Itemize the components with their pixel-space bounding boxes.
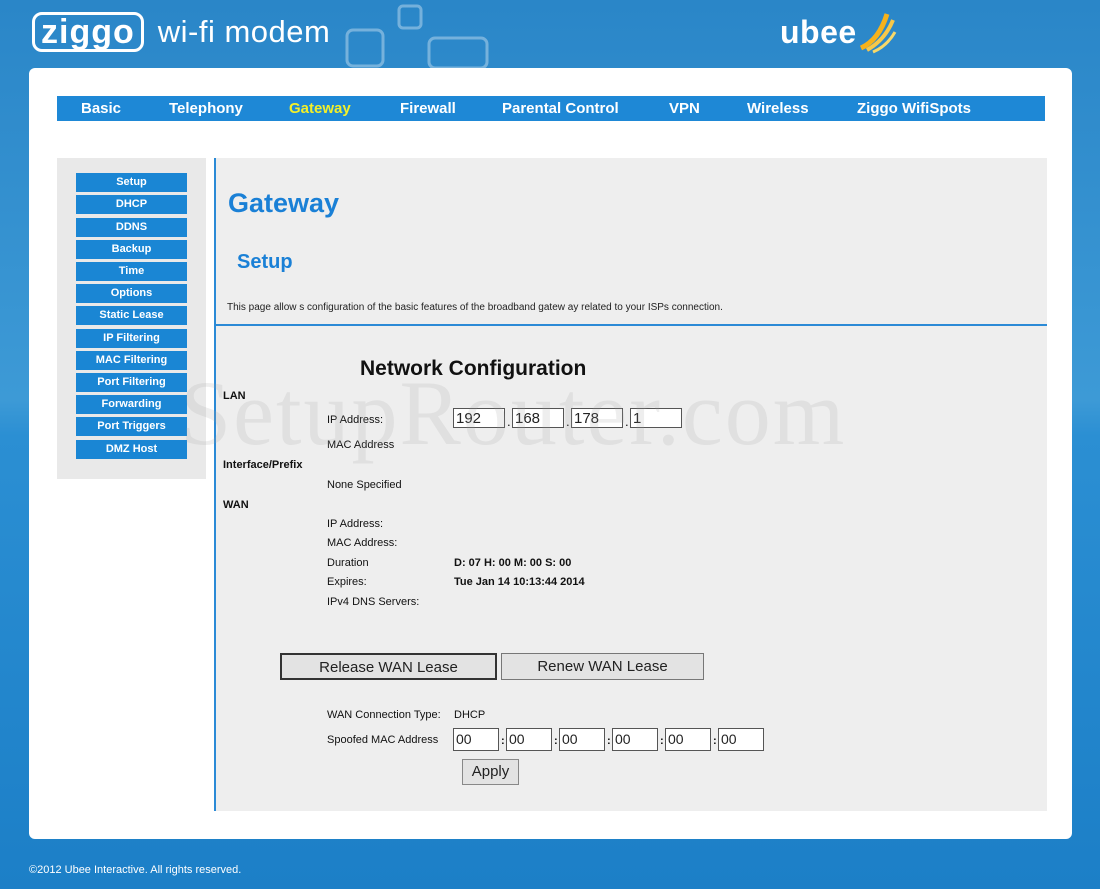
sidebar-item-dhcp[interactable]: DHCP bbox=[76, 195, 187, 214]
nav-wireless[interactable]: Wireless bbox=[747, 100, 809, 117]
mac-separator: : bbox=[501, 735, 505, 747]
release-wan-lease-button[interactable]: Release WAN Lease bbox=[280, 653, 497, 680]
page-subtitle: Setup bbox=[237, 251, 293, 273]
interface-section-label: Interface/Prefix bbox=[223, 459, 303, 471]
product-name: wi-fi modem bbox=[157, 14, 331, 49]
sidebar-item-time[interactable]: Time bbox=[76, 262, 187, 281]
section-divider bbox=[216, 324, 1047, 326]
wan-ip-label: IP Address: bbox=[327, 518, 384, 530]
nav-vpn[interactable]: VPN bbox=[669, 100, 700, 117]
sidebar-item-forwarding[interactable]: Forwarding bbox=[76, 395, 187, 414]
network-configuration-title: Network Configuration bbox=[360, 357, 587, 380]
spoofed-mac-octet-1[interactable]: 00 bbox=[453, 728, 499, 751]
wan-connection-type-label: WAN Connection Type: bbox=[327, 709, 441, 721]
footer-copyright: ©2012 Ubee Interactive. All rights reser… bbox=[29, 864, 242, 876]
decorative-squares-icon bbox=[345, 4, 489, 70]
wan-section-label: WAN bbox=[223, 499, 249, 511]
wan-expires-label: Expires: bbox=[327, 576, 367, 588]
interface-value: None Specified bbox=[327, 479, 402, 491]
spoofed-mac-octet-5[interactable]: 00 bbox=[665, 728, 711, 751]
mac-separator: : bbox=[554, 735, 558, 747]
wan-duration-value: D: 07 H: 00 M: 00 S: 00 bbox=[454, 557, 572, 569]
sidebar-item-port-triggers[interactable]: Port Triggers bbox=[76, 417, 187, 436]
main-panel: Gateway Setup This page allow s configur… bbox=[214, 158, 1047, 811]
header-band: ziggo wi-fi modem ubee bbox=[0, 0, 1100, 70]
lan-ip-octet-3[interactable]: 178 bbox=[571, 408, 623, 428]
ip-separator: . bbox=[625, 414, 629, 429]
ip-separator: . bbox=[507, 414, 511, 429]
sidebar-item-ddns[interactable]: DDNS bbox=[76, 218, 187, 237]
sidebar-item-port-filtering[interactable]: Port Filtering bbox=[76, 373, 187, 392]
spoofed-mac-octet-3[interactable]: 00 bbox=[559, 728, 605, 751]
lan-ip-octet-2[interactable]: 168 bbox=[512, 408, 564, 428]
ziggo-wordmark: ziggo bbox=[32, 12, 144, 52]
nav-ziggo-wifispots[interactable]: Ziggo WifiSpots bbox=[857, 100, 971, 117]
wan-dns-label: IPv4 DNS Servers: bbox=[327, 596, 420, 608]
spoofed-mac-octet-2[interactable]: 00 bbox=[506, 728, 552, 751]
nav-telephony[interactable]: Telephony bbox=[169, 100, 243, 117]
sidebar-item-setup[interactable]: Setup bbox=[76, 173, 187, 192]
sidebar: Setup DHCP DDNS Backup Time Options Stat… bbox=[57, 158, 206, 479]
wan-duration-label: Duration bbox=[327, 557, 369, 569]
lan-ip-octet-4[interactable]: 1 bbox=[630, 408, 682, 428]
ubee-logo: ubee bbox=[780, 10, 897, 54]
lan-mac-label: MAC Address bbox=[327, 439, 395, 451]
spoofed-mac-octet-6[interactable]: 00 bbox=[718, 728, 764, 751]
sidebar-item-static-lease[interactable]: Static Lease bbox=[76, 306, 187, 325]
nav-gateway[interactable]: Gateway bbox=[289, 100, 351, 117]
sidebar-item-ip-filtering[interactable]: IP Filtering bbox=[76, 329, 187, 348]
lan-ip-label: IP Address: bbox=[327, 414, 384, 426]
wan-mac-label: MAC Address: bbox=[327, 537, 398, 549]
ziggo-logo: ziggo wi-fi modem bbox=[32, 10, 330, 54]
wan-connection-type-value: DHCP bbox=[454, 709, 486, 721]
nav-firewall[interactable]: Firewall bbox=[400, 100, 456, 117]
content-card: Basic Telephony Gateway Firewall Parenta… bbox=[29, 68, 1072, 839]
sidebar-item-options[interactable]: Options bbox=[76, 284, 187, 303]
apply-button[interactable]: Apply bbox=[462, 759, 519, 785]
ubee-wing-icon bbox=[859, 13, 896, 54]
nav-parental-control[interactable]: Parental Control bbox=[502, 100, 619, 117]
mac-separator: : bbox=[607, 735, 611, 747]
page-title: Gateway bbox=[228, 188, 340, 218]
mac-separator: : bbox=[660, 735, 664, 747]
page-description: This page allow s configuration of the b… bbox=[227, 302, 723, 313]
ip-separator: . bbox=[566, 414, 570, 429]
wan-expires-value: Tue Jan 14 10:13:44 2014 bbox=[454, 576, 585, 588]
renew-wan-lease-button[interactable]: Renew WAN Lease bbox=[501, 653, 704, 680]
nav-basic[interactable]: Basic bbox=[81, 100, 121, 117]
sidebar-item-backup[interactable]: Backup bbox=[76, 240, 187, 259]
ubee-wordmark: ubee bbox=[780, 13, 857, 50]
sidebar-item-dmz-host[interactable]: DMZ Host bbox=[76, 440, 187, 459]
top-navigation: Basic Telephony Gateway Firewall Parenta… bbox=[57, 96, 1045, 121]
spoofed-mac-octet-4[interactable]: 00 bbox=[612, 728, 658, 751]
mac-separator: : bbox=[713, 735, 717, 747]
lan-ip-octet-1[interactable]: 192 bbox=[453, 408, 505, 428]
sidebar-item-mac-filtering[interactable]: MAC Filtering bbox=[76, 351, 187, 370]
lan-section-label: LAN bbox=[223, 390, 246, 402]
spoofed-mac-label: Spoofed MAC Address bbox=[327, 734, 439, 746]
